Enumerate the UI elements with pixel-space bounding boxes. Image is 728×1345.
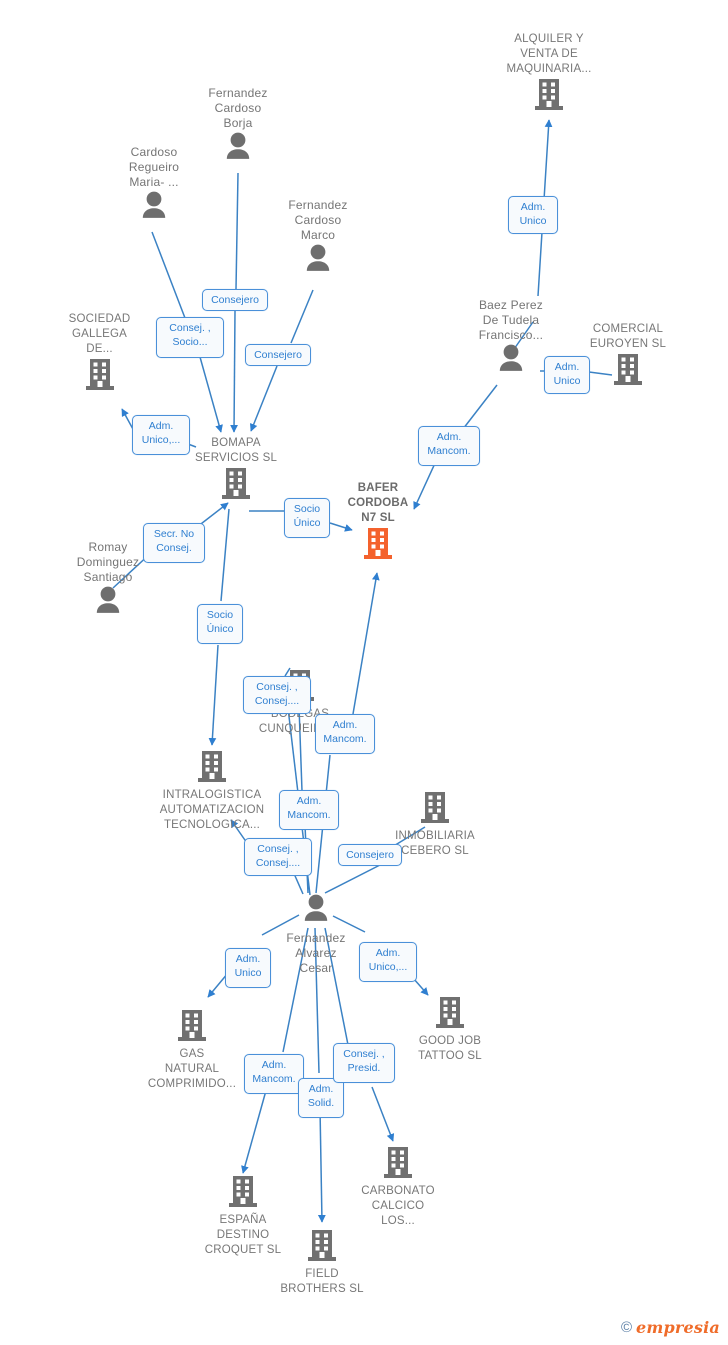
node-label: GAS NATURAL COMPRIMIDO... — [147, 1048, 237, 1090]
relations-graph: ALQUILER Y VENTA DE MAQUINARIA... Fernan… — [0, 0, 728, 1345]
node-label: Baez Perez De Tudela Francisco... — [478, 298, 544, 342]
node-label: COMERCIAL EUROYEN SL — [589, 323, 667, 350]
building-icon-focus — [330, 526, 426, 565]
node-company-gas-natural-comprimido[interactable]: GAS NATURAL COMPRIMIDO... — [138, 1008, 246, 1092]
building-icon — [186, 1174, 300, 1213]
node-company-alquiler[interactable]: ALQUILER Y VENTA DE MAQUINARIA... — [489, 32, 609, 116]
relation-label-adm-mancom-cesar-bafer[interactable]: Adm. Mancom. — [315, 714, 375, 754]
node-person-fernandez-cardoso-borja[interactable]: Fernandez Cardoso Borja — [190, 86, 286, 168]
node-label: Romay Dominguez Santiago — [76, 540, 140, 584]
person-icon — [270, 243, 366, 280]
relation-label-adm-unico-bomapa-sociedad[interactable]: Adm. Unico,... — [132, 415, 190, 455]
person-icon — [106, 190, 202, 227]
relation-label-consej-presid-cesar-carbonato[interactable]: Consej. , Presid. — [333, 1043, 395, 1083]
building-icon — [176, 466, 296, 505]
relation-label-adm-unico-cesar-goodjob[interactable]: Adm. Unico,... — [359, 942, 417, 982]
node-label: Cardoso Regueiro Maria- ... — [128, 145, 180, 189]
building-icon — [47, 357, 152, 396]
relation-label-consejero-cesar-inmobiliaria[interactable]: Consejero — [338, 844, 402, 866]
person-icon — [268, 893, 364, 930]
node-label: GOOD JOB TATTOO SL — [418, 1035, 482, 1062]
node-label: INTRALOGISTICA AUTOMATIZACION TECNOLOGIC… — [159, 789, 265, 831]
node-person-romay-dominguez-santiago[interactable]: Romay Dominguez Santiago — [60, 540, 156, 622]
node-company-bomapa-servicios[interactable]: BOMAPA SERVICIOS SL — [176, 436, 296, 505]
relation-label-secr-no-consej-romay-bomapa[interactable]: Secr. No Consej. — [143, 523, 205, 563]
building-icon — [345, 1145, 451, 1184]
node-label: BAFER CORDOBA N7 SL — [347, 482, 409, 524]
building-icon — [489, 77, 609, 116]
relation-label-adm-unico-baez-comercial[interactable]: Adm. Unico — [544, 356, 590, 394]
node-label: FIELD BROTHERS SL — [280, 1268, 364, 1295]
node-label: CARBONATO CALCICO LOS... — [361, 1185, 435, 1227]
node-label: BOMAPA SERVICIOS SL — [194, 437, 278, 464]
relation-label-adm-mancom-baez-bafer[interactable]: Adm. Mancom. — [418, 426, 480, 466]
relation-label-adm-solid-cesar-field[interactable]: Adm. Solid. — [298, 1078, 344, 1118]
node-company-field-brothers[interactable]: FIELD BROTHERS SL — [270, 1228, 374, 1297]
building-icon — [398, 995, 502, 1034]
building-icon — [138, 1008, 246, 1047]
relation-label-adm-unico-cesar-gas[interactable]: Adm. Unico — [225, 948, 271, 988]
node-person-fernandez-alvarez-cesar[interactable]: Fernandez Alvarez Cesar — [268, 893, 364, 976]
node-person-fernandez-cardoso-marco[interactable]: Fernandez Cardoso Marco — [270, 198, 366, 280]
relation-label-consejero-marco-bomapa[interactable]: Consejero — [245, 344, 311, 366]
node-company-sociedad-gallega[interactable]: SOCIEDAD GALLEGA DE... — [47, 312, 152, 396]
building-icon — [270, 1228, 374, 1267]
brand-name: empresia — [636, 1318, 720, 1337]
person-icon — [190, 131, 286, 168]
building-icon — [383, 790, 487, 829]
node-label: Fernandez Cardoso Marco — [288, 198, 348, 242]
node-company-carbonato-calcico[interactable]: CARBONATO CALCICO LOS... — [345, 1145, 451, 1229]
relation-label-socio-unico-bomapa-intralogistica[interactable]: Socio Único — [197, 604, 243, 644]
relation-label-adm-unico-baez-alquiler[interactable]: Adm. Unico — [508, 196, 558, 234]
watermark: © empresia — [621, 1318, 720, 1337]
node-company-good-job-tattoo[interactable]: GOOD JOB TATTOO SL — [398, 995, 502, 1064]
node-company-bafer-cordoba-n7[interactable]: BAFER CORDOBA N7 SL — [330, 481, 426, 565]
relation-label-socio-unico-bomapa-bafer[interactable]: Socio Único — [284, 498, 330, 538]
relation-label-consej-socio-maria-bomapa[interactable]: Consej. , Socio... — [156, 317, 224, 358]
node-label: ALQUILER Y VENTA DE MAQUINARIA... — [506, 33, 592, 75]
relation-label-consej-consej-cesar-bodegas[interactable]: Consej. , Consej.... — [243, 676, 311, 714]
node-label: Fernandez Cardoso Borja — [208, 86, 268, 130]
node-company-intralogistica[interactable]: INTRALOGISTICA AUTOMATIZACION TECNOLOGIC… — [146, 749, 278, 833]
node-label: Fernandez Alvarez Cesar — [286, 931, 346, 975]
relation-label-adm-mancom-cesar-bodegas[interactable]: Adm. Mancom. — [279, 790, 339, 830]
copyright-icon: © — [620, 1319, 633, 1336]
relation-label-consej-consej-cesar-intralogistica[interactable]: Consej. , Consej.... — [244, 838, 312, 876]
building-icon — [146, 749, 278, 788]
person-icon — [60, 585, 156, 622]
node-person-cardoso-regueiro-maria[interactable]: Cardoso Regueiro Maria- ... — [106, 145, 202, 227]
node-label: SOCIEDAD GALLEGA DE... — [68, 313, 131, 355]
relation-label-consejero-borja-bomapa[interactable]: Consejero — [202, 289, 268, 311]
relation-label-adm-mancom-cesar-espana[interactable]: Adm. Mancom. — [244, 1054, 304, 1094]
